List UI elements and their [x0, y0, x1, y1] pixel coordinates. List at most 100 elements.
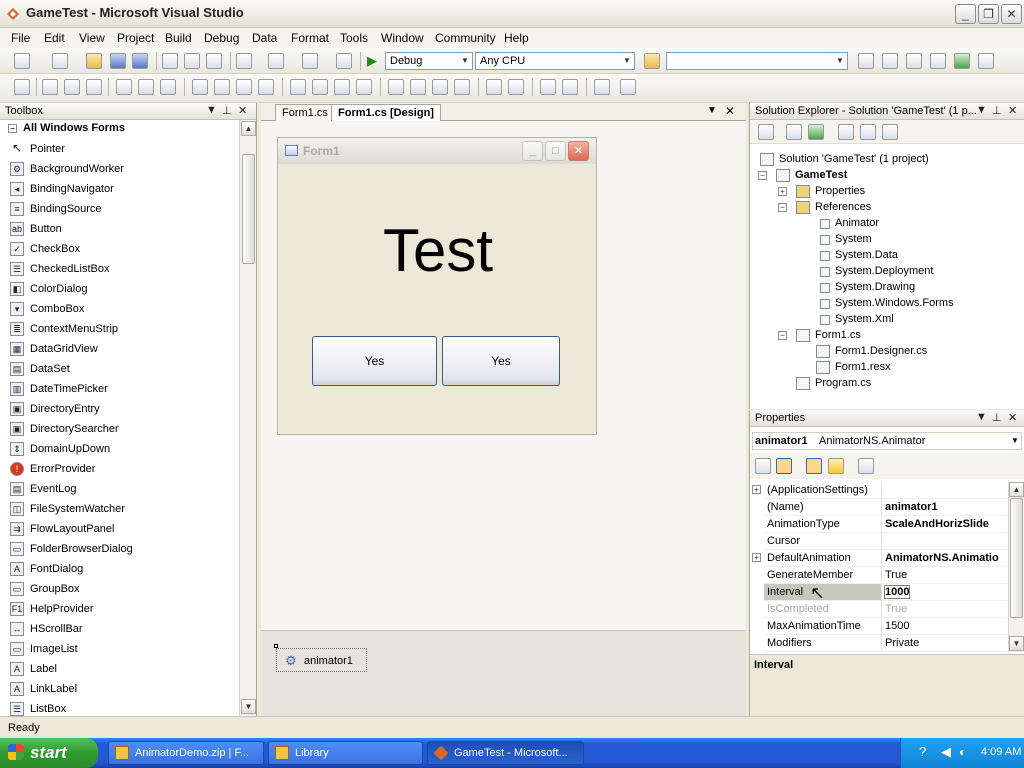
toolbox-item-datagridview[interactable]: ▦ DataGridView: [8, 339, 238, 359]
save-icon[interactable]: [110, 53, 126, 69]
property-pages-icon[interactable]: [858, 458, 874, 474]
menu-format[interactable]: Format: [291, 31, 329, 45]
view-code-icon[interactable]: [838, 124, 854, 140]
menu-help[interactable]: Help: [504, 31, 529, 45]
menu-data[interactable]: Data: [252, 31, 277, 45]
toolbox-item-directoryentry[interactable]: ▣ DirectoryEntry: [8, 399, 238, 419]
toolbox-item-dataset[interactable]: ▤ DataSet: [8, 359, 238, 379]
size-to-grid-icon[interactable]: [258, 79, 274, 95]
align-centers-icon[interactable]: [64, 79, 80, 95]
toolbox-item-eventlog[interactable]: ▤ EventLog: [8, 479, 238, 499]
menu-file[interactable]: File: [11, 31, 30, 45]
properties-view-icon[interactable]: [806, 458, 822, 474]
minimize-button[interactable]: _: [955, 4, 976, 24]
align-tops-icon[interactable]: [116, 79, 132, 95]
toolbox-pin-icon[interactable]: ⊥: [222, 104, 232, 117]
properties-icon[interactable]: [758, 124, 774, 140]
decrease-horizontal-spacing-icon[interactable]: [334, 79, 350, 95]
property-row-name[interactable]: (Name) animator1: [764, 499, 1007, 516]
close-button[interactable]: ✕: [1001, 4, 1022, 24]
start-page-icon[interactable]: [954, 53, 970, 69]
menu-community[interactable]: Community: [435, 31, 496, 45]
toolbox-item-imagelist[interactable]: ▭ ImageList: [8, 639, 238, 659]
task-library[interactable]: Library: [268, 741, 423, 765]
decrease-vertical-spacing-icon[interactable]: [432, 79, 448, 95]
align-lefts-icon[interactable]: [42, 79, 58, 95]
scroll-thumb[interactable]: [242, 154, 255, 264]
collapse-icon[interactable]: −: [758, 171, 767, 180]
bring-to-front-icon[interactable]: [540, 79, 556, 95]
object-selector[interactable]: animator1 AnimatorNS.Animator ▼: [752, 432, 1022, 450]
toolbox-item-colordialog[interactable]: ◧ ColorDialog: [8, 279, 238, 299]
vertical-spacing-icon[interactable]: [388, 79, 404, 95]
toolbox-icon[interactable]: [930, 53, 946, 69]
toolbox-item-directorysearcher[interactable]: ▣ DirectorySearcher: [8, 419, 238, 439]
properties-window-icon[interactable]: [882, 53, 898, 69]
align-rights-icon[interactable]: [86, 79, 102, 95]
interval-value-input[interactable]: 1000: [883, 585, 911, 599]
yes-button-1[interactable]: Yes: [312, 336, 437, 386]
toolbox-item-combobox[interactable]: ▾ ComboBox: [8, 299, 238, 319]
redo-icon[interactable]: [268, 53, 284, 69]
toolbox-item-label[interactable]: A Label: [8, 659, 238, 679]
view-designer-icon[interactable]: [860, 124, 876, 140]
open-icon[interactable]: [86, 53, 102, 69]
find-in-files-icon[interactable]: [644, 53, 660, 69]
property-row-modifiers[interactable]: Modifiers Private: [764, 635, 1007, 652]
property-row-applicationsettings[interactable]: + (ApplicationSettings): [752, 482, 1007, 499]
collapse-icon[interactable]: −: [778, 203, 787, 212]
toolbox-item-pointer[interactable]: ↖ Pointer: [8, 139, 238, 159]
toolbox-item-checkedlistbox[interactable]: ☰ CheckedListBox: [8, 259, 238, 279]
toolbox-item-bindingnavigator[interactable]: ◂ BindingNavigator: [8, 179, 238, 199]
align-bottoms-icon[interactable]: [160, 79, 176, 95]
menu-build[interactable]: Build: [165, 31, 192, 45]
find-icon[interactable]: [336, 53, 352, 69]
property-row-generatemember[interactable]: GenerateMember True: [764, 567, 1007, 584]
toolbox-scrollbar[interactable]: ▲ ▼: [239, 120, 256, 716]
expand-icon[interactable]: +: [752, 553, 761, 562]
restore-button[interactable]: ❐: [978, 4, 999, 24]
start-button[interactable]: start: [0, 738, 98, 768]
property-row-defaultanimation[interactable]: + DefaultAnimation AnimatorNS.Animatio: [752, 550, 1007, 567]
undo-icon[interactable]: [236, 53, 252, 69]
tab-order-icon[interactable]: [620, 79, 636, 95]
show-all-files-icon[interactable]: [786, 124, 802, 140]
copy-icon[interactable]: [184, 53, 200, 69]
send-to-back-icon[interactable]: [562, 79, 578, 95]
menu-edit[interactable]: Edit: [44, 31, 65, 45]
menu-debug[interactable]: Debug: [204, 31, 239, 45]
refresh-icon[interactable]: [808, 124, 824, 140]
events-icon[interactable]: [828, 458, 844, 474]
toolbox-item-bindingsource[interactable]: ≡ BindingSource: [8, 199, 238, 219]
menu-tools[interactable]: Tools: [340, 31, 368, 45]
toolbox-item-backgroundworker[interactable]: ⚙ BackgroundWorker: [8, 159, 238, 179]
expand-icon[interactable]: +: [778, 187, 787, 196]
props-scroll-down-icon[interactable]: ▼: [1009, 636, 1024, 651]
center-horizontally-icon[interactable]: [486, 79, 502, 95]
solution-dropdown-icon[interactable]: ▼: [976, 104, 987, 116]
align-middles-icon[interactable]: [138, 79, 154, 95]
tab-form1-cs[interactable]: Form1.cs: [275, 104, 335, 121]
menu-project[interactable]: Project: [117, 31, 154, 45]
property-row-maxanimationtime[interactable]: MaxAnimationTime 1500: [764, 618, 1007, 635]
remove-horizontal-spacing-icon[interactable]: [356, 79, 372, 95]
alphabetical-icon[interactable]: [776, 458, 792, 474]
properties-scrollbar[interactable]: ▲ ▼: [1008, 482, 1024, 652]
new-project-icon[interactable]: [14, 53, 30, 69]
property-row-interval[interactable]: Interval 1000: [764, 584, 1007, 601]
volume-tray-icon[interactable]: ◀: [941, 744, 951, 760]
property-row-cursor[interactable]: Cursor: [764, 533, 1007, 550]
toolbox-item-datetimepicker[interactable]: ▥ DateTimePicker: [8, 379, 238, 399]
center-vertically-icon[interactable]: [508, 79, 524, 95]
expand-icon[interactable]: +: [752, 485, 761, 494]
solution-pin-icon[interactable]: ⊥: [992, 104, 1002, 117]
cut-icon[interactable]: [162, 53, 178, 69]
object-browser-icon[interactable]: [906, 53, 922, 69]
collapse-icon[interactable]: −: [778, 331, 787, 340]
same-size-icon[interactable]: [236, 79, 252, 95]
menu-window[interactable]: Window: [381, 31, 424, 45]
tab-dropdown-icon[interactable]: ▼: [707, 105, 717, 116]
test-label[interactable]: Test: [278, 216, 598, 286]
toolbox-close-icon[interactable]: ✕: [238, 104, 247, 117]
props-scroll-thumb[interactable]: [1010, 498, 1023, 618]
